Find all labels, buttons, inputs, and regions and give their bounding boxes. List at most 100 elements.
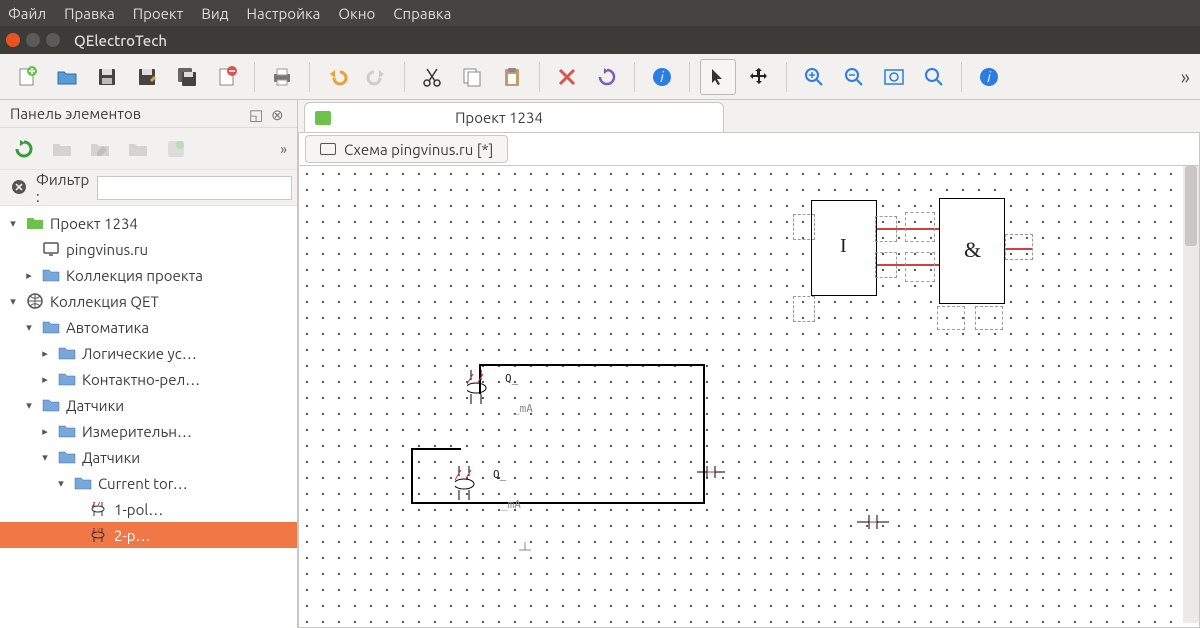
- filter-input[interactable]: [97, 176, 292, 200]
- save-as-button[interactable]: [130, 60, 164, 94]
- panel-import-button[interactable]: [162, 135, 190, 163]
- ct-element[interactable]: [455, 466, 485, 502]
- pointer-tool-button[interactable]: [700, 59, 736, 95]
- panel-delete-button[interactable]: [124, 135, 152, 163]
- about-button[interactable]: i: [972, 60, 1006, 94]
- marker: [517, 542, 533, 556]
- tree-expander[interactable]: ▾: [54, 477, 68, 490]
- new-button[interactable]: [10, 60, 44, 94]
- menubar: Файл Правка Проект Вид Настройка Окно Сп…: [0, 0, 1200, 26]
- copy-button[interactable]: [455, 60, 489, 94]
- panel-refresh-button[interactable]: [10, 135, 38, 163]
- terminal-element[interactable]: [697, 462, 725, 482]
- globe-icon: [26, 292, 44, 310]
- terminal[interactable]: [875, 252, 897, 278]
- cut-button[interactable]: [415, 60, 449, 94]
- tree-item-label: Коллекция QET: [50, 293, 159, 310]
- panel-toolbar: »: [0, 128, 297, 170]
- terminal[interactable]: [905, 252, 935, 282]
- wire: [479, 364, 705, 366]
- menu-file[interactable]: Файл: [8, 5, 46, 22]
- menu-edit[interactable]: Правка: [64, 5, 115, 22]
- tree-item[interactable]: ▾ Датчики: [0, 392, 297, 418]
- print-button[interactable]: [265, 60, 299, 94]
- tree-expander[interactable]: ▸: [22, 269, 36, 282]
- menu-settings[interactable]: Настройка: [247, 5, 321, 22]
- wire: [703, 364, 705, 504]
- folder-icon: [58, 422, 76, 440]
- terminal[interactable]: [975, 306, 1003, 330]
- window-minimize-button[interactable]: [26, 33, 40, 47]
- undo-button[interactable]: [320, 60, 354, 94]
- tree-item-label: Автоматика: [66, 319, 149, 336]
- tree-item[interactable]: ▸Коллекция проекта: [0, 262, 297, 288]
- tree-expander[interactable]: ▾: [38, 451, 52, 464]
- toolbar-overflow[interactable]: »: [1181, 65, 1190, 88]
- zoom-out-button[interactable]: [837, 60, 871, 94]
- zoom-fit-button[interactable]: [877, 60, 911, 94]
- folder-icon: [42, 266, 60, 284]
- terminal[interactable]: [793, 214, 815, 240]
- menu-view[interactable]: Вид: [201, 5, 228, 22]
- panel-undock-icon[interactable]: ◱: [249, 106, 265, 122]
- tree-item[interactable]: ▸Контактно-рел…: [0, 366, 297, 392]
- tree-item[interactable]: ▾ Автоматика: [0, 314, 297, 340]
- terminal[interactable]: [937, 306, 965, 330]
- titlebar: QElectroTech: [0, 26, 1200, 54]
- save-button[interactable]: [90, 60, 124, 94]
- tree-item[interactable]: ▸Измерительн…: [0, 418, 297, 444]
- redo-button[interactable]: [360, 60, 394, 94]
- delete-button[interactable]: [550, 60, 584, 94]
- rotate-button[interactable]: [590, 60, 624, 94]
- tree-expander[interactable]: ▸: [38, 425, 52, 438]
- tree-item[interactable]: ▾Current tor…: [0, 470, 297, 496]
- tree-item-label: Датчики: [66, 397, 124, 414]
- sheet-tab[interactable]: Схема pingvinus.ru [*]: [305, 135, 508, 163]
- window-close-button[interactable]: [6, 33, 20, 47]
- elements-tree[interactable]: ▾Проект 1234pingvinus.ru▸Коллекция проек…: [0, 206, 297, 628]
- open-button[interactable]: [50, 60, 84, 94]
- terminal-element[interactable]: [857, 512, 889, 532]
- tree-item[interactable]: ▾Проект 1234: [0, 210, 297, 236]
- panel-toolbar-overflow[interactable]: »: [280, 141, 287, 157]
- terminal[interactable]: [1005, 234, 1033, 260]
- tree-expander[interactable]: ▾: [6, 217, 20, 230]
- zoom-in-button[interactable]: [797, 60, 831, 94]
- tree-item[interactable]: 2-p…: [0, 522, 297, 548]
- tree-expander[interactable]: ▸: [38, 373, 52, 386]
- tree-expander[interactable]: ▾: [6, 295, 20, 308]
- tree-expander[interactable]: ▸: [38, 347, 52, 360]
- tree-expander[interactable]: ▾: [22, 321, 36, 334]
- zoom-reset-button[interactable]: [917, 60, 951, 94]
- gate-and[interactable]: &: [939, 198, 1005, 304]
- filter-clear-button[interactable]: [10, 178, 28, 198]
- monitor-icon: [320, 143, 336, 155]
- terminal[interactable]: [793, 296, 815, 322]
- paste-button[interactable]: [495, 60, 529, 94]
- close-doc-button[interactable]: [210, 60, 244, 94]
- tree-item[interactable]: pingvinus.ru: [0, 236, 297, 262]
- menu-window[interactable]: Окно: [338, 5, 375, 22]
- panel-new-folder-button[interactable]: [48, 135, 76, 163]
- tree-item[interactable]: ▸ Логические ус…: [0, 340, 297, 366]
- panel-edit-button[interactable]: [86, 135, 114, 163]
- tree-item[interactable]: ▾ Коллекция QET: [0, 288, 297, 314]
- tree-item-label: Логические ус…: [82, 345, 197, 362]
- gate-i[interactable]: I: [811, 200, 877, 296]
- vertical-scrollbar[interactable]: [1183, 166, 1199, 623]
- terminal[interactable]: [905, 212, 935, 242]
- tree-expander[interactable]: ▾: [22, 399, 36, 412]
- tree-item[interactable]: 1-pol…: [0, 496, 297, 522]
- schematic-canvas[interactable]: I &: [299, 166, 1183, 623]
- move-tool-button[interactable]: [742, 60, 776, 94]
- info-button[interactable]: i: [645, 60, 679, 94]
- panel-close-icon[interactable]: ⊗: [271, 106, 287, 122]
- window-maximize-button[interactable]: [46, 33, 60, 47]
- document-tab[interactable]: Проект 1234: [304, 102, 724, 132]
- menu-project[interactable]: Проект: [133, 5, 184, 22]
- tree-item[interactable]: ▾Датчики: [0, 444, 297, 470]
- ct-element[interactable]: [467, 370, 497, 406]
- save-all-button[interactable]: [170, 60, 204, 94]
- terminal[interactable]: [875, 216, 897, 242]
- menu-help[interactable]: Справка: [393, 5, 451, 22]
